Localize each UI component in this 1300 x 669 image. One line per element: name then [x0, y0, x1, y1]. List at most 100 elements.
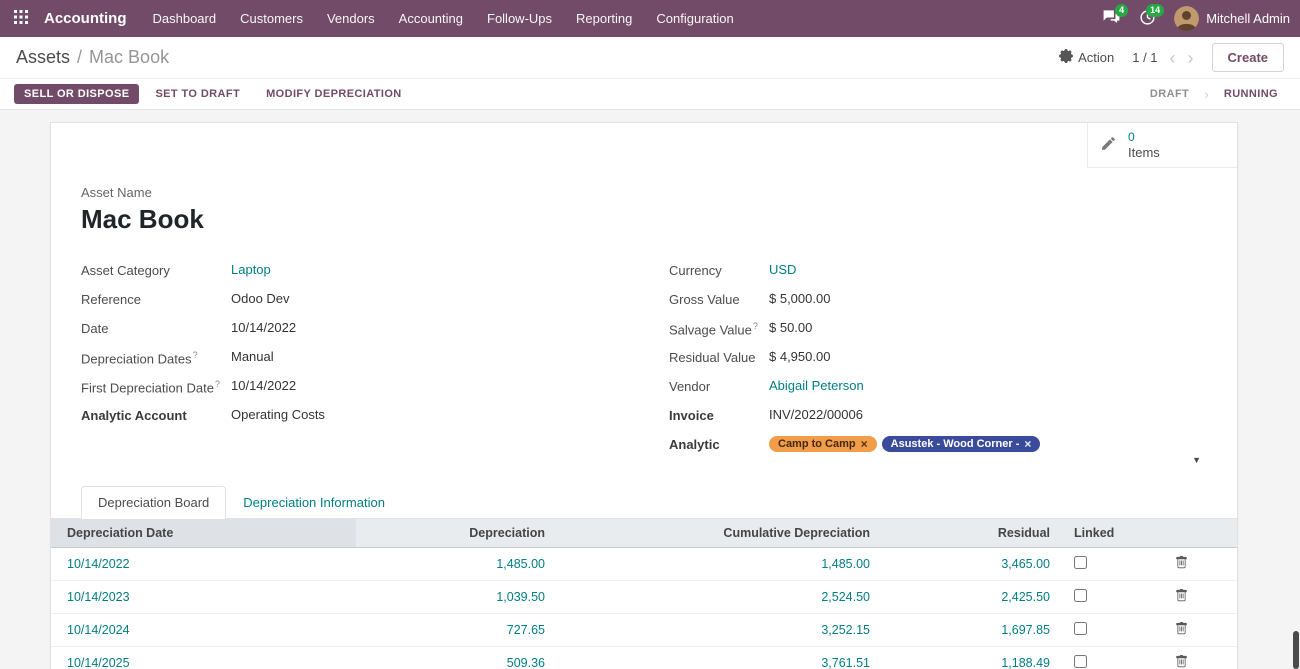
- messages-badge: 4: [1115, 4, 1128, 17]
- nav-menu-item[interactable]: Vendors: [315, 0, 387, 37]
- apps-menu-button[interactable]: [0, 0, 42, 37]
- column-header[interactable]: Cumulative Depreciation: [561, 519, 886, 548]
- tag-label: Asustek - Wood Corner -: [891, 438, 1020, 450]
- asset-name-title[interactable]: Mac Book: [81, 204, 1207, 235]
- gear-icon: [1059, 49, 1073, 66]
- delete-row-button[interactable]: [1126, 614, 1237, 647]
- statusbar-button[interactable]: SELL OR DISPOSE: [14, 84, 139, 104]
- field-value: Abigail Peterson: [769, 378, 864, 393]
- field-row: VendorAbigail Peterson: [669, 375, 1207, 404]
- delete-row-button[interactable]: [1126, 548, 1237, 581]
- tab-depreciation-board[interactable]: Depreciation Board: [81, 486, 226, 519]
- linked-checkbox[interactable]: [1074, 589, 1087, 602]
- statusbar-button[interactable]: MODIFY DEPRECIATION: [256, 84, 412, 104]
- field-row: CurrencyUSD: [669, 259, 1207, 288]
- field-row: First Depreciation Date?10/14/2022: [81, 375, 619, 404]
- nav-menu-item[interactable]: Follow-Ups: [475, 0, 564, 37]
- chevron-down-icon[interactable]: ▼: [1192, 455, 1201, 465]
- action-menu-button[interactable]: Action: [1059, 49, 1114, 66]
- field-value-text: 10/14/2022: [231, 320, 296, 335]
- nav-menu-item[interactable]: Configuration: [644, 0, 745, 37]
- field-value-text[interactable]: Laptop: [231, 262, 271, 277]
- pager-value[interactable]: 1 / 1: [1132, 50, 1157, 65]
- pager-previous-icon[interactable]: ‹: [1170, 49, 1176, 67]
- field-label: Analytic Account: [81, 407, 231, 423]
- field-row: ReferenceOdoo Dev: [81, 288, 619, 317]
- tag-remove-icon[interactable]: ×: [861, 438, 868, 450]
- field-label: Invoice: [669, 407, 769, 423]
- column-header[interactable]: Depreciation Date: [51, 519, 356, 548]
- field-value-text: INV/2022/00006: [769, 407, 863, 422]
- nav-menu-item[interactable]: Reporting: [564, 0, 644, 37]
- column-header[interactable]: Depreciation: [356, 519, 561, 548]
- state-separator-icon: ›: [1204, 86, 1209, 102]
- linked-checkbox[interactable]: [1074, 556, 1087, 569]
- column-header[interactable]: Residual: [886, 519, 1066, 548]
- field-value: $ 5,000.00: [769, 291, 830, 306]
- delete-row-button[interactable]: [1126, 581, 1237, 614]
- depreciation-table: Depreciation DateDepreciationCumulative …: [51, 519, 1237, 669]
- trash-icon: [1175, 655, 1188, 668]
- table-row: 10/14/2024727.653,252.151,697.85: [51, 614, 1237, 647]
- field-label: Analytic: [669, 436, 769, 452]
- pager-next-icon[interactable]: ›: [1188, 49, 1194, 67]
- activities-button[interactable]: 14: [1129, 0, 1165, 37]
- user-avatar[interactable]: [1174, 6, 1199, 31]
- field-value-text[interactable]: USD: [769, 262, 796, 277]
- depreciation-date-cell[interactable]: 10/14/2024: [51, 614, 356, 647]
- depreciation-table-body: 10/14/20221,485.001,485.003,465.0010/14/…: [51, 548, 1237, 669]
- depreciation-date-cell[interactable]: 10/14/2025: [51, 647, 356, 669]
- residual-cell: 1,188.49: [886, 647, 1066, 669]
- linked-checkbox[interactable]: [1074, 655, 1087, 668]
- tab-depreciation-information[interactable]: Depreciation Information: [226, 486, 402, 519]
- analytic-tag[interactable]: Asustek - Wood Corner - ×: [882, 436, 1041, 452]
- depreciation-date-cell[interactable]: 10/14/2022: [51, 548, 356, 581]
- sheet-body: Asset Name Mac Book Asset CategoryLaptop…: [51, 123, 1237, 462]
- linked-checkbox[interactable]: [1074, 622, 1087, 635]
- field-value-text[interactable]: Abigail Peterson: [769, 378, 864, 393]
- table-row: 10/14/20221,485.001,485.003,465.00: [51, 548, 1237, 581]
- analytic-tag[interactable]: Camp to Camp×: [769, 436, 877, 452]
- help-indicator: ?: [215, 379, 220, 389]
- field-label: Gross Value: [669, 291, 769, 307]
- residual-cell: 2,425.50: [886, 581, 1066, 614]
- depreciation-date-cell[interactable]: 10/14/2023: [51, 581, 356, 614]
- tag-remove-icon[interactable]: ×: [1024, 438, 1031, 450]
- user-name[interactable]: Mitchell Admin: [1206, 11, 1290, 26]
- field-value: USD: [769, 262, 796, 277]
- create-button[interactable]: Create: [1212, 43, 1284, 72]
- field-row: Depreciation Dates?Manual: [81, 346, 619, 375]
- delete-row-button[interactable]: [1126, 647, 1237, 669]
- trash-icon: [1175, 556, 1188, 569]
- field-value: 10/14/2022: [231, 320, 296, 335]
- column-header[interactable]: Linked: [1066, 519, 1126, 548]
- vertical-scrollbar-thumb[interactable]: [1293, 631, 1299, 669]
- statusbar-state[interactable]: DRAFT: [1150, 88, 1189, 100]
- field-row: Date10/14/2022: [81, 317, 619, 346]
- nav-menu-item[interactable]: Dashboard: [141, 0, 229, 37]
- field-value-text: 10/14/2022: [231, 378, 296, 393]
- breadcrumb-parent[interactable]: Assets: [16, 47, 70, 68]
- field-label: Salvage Value?: [669, 320, 769, 337]
- field-value: Odoo Dev: [231, 291, 290, 306]
- field-row: AnalyticCamp to Camp× Asustek - Wood Corn…: [669, 433, 1207, 462]
- field-value: $ 50.00: [769, 320, 812, 335]
- field-value-text: $ 4,950.00: [769, 349, 830, 364]
- field-value: Laptop: [231, 262, 271, 277]
- field-value: INV/2022/00006: [769, 407, 863, 422]
- nav-menu-item[interactable]: Customers: [228, 0, 315, 37]
- depreciation-cell: 1,485.00: [356, 548, 561, 581]
- statusbar-button[interactable]: SET TO DRAFT: [145, 84, 250, 104]
- stat-value: 0: [1128, 130, 1160, 145]
- field-value-text: Odoo Dev: [231, 291, 290, 306]
- messages-button[interactable]: 4: [1093, 0, 1129, 37]
- items-stat-button[interactable]: 0 Items: [1087, 123, 1237, 168]
- field-label: Vendor: [669, 378, 769, 394]
- app-brand[interactable]: Accounting: [42, 10, 141, 27]
- apps-grid-icon: [14, 10, 28, 27]
- field-row: InvoiceINV/2022/00006: [669, 404, 1207, 433]
- notebook-tabs: Depreciation BoardDepreciation Informati…: [51, 486, 1237, 519]
- asset-name-label: Asset Name: [81, 185, 1207, 200]
- statusbar-state[interactable]: RUNNING: [1224, 88, 1278, 100]
- nav-menu-item[interactable]: Accounting: [387, 0, 475, 37]
